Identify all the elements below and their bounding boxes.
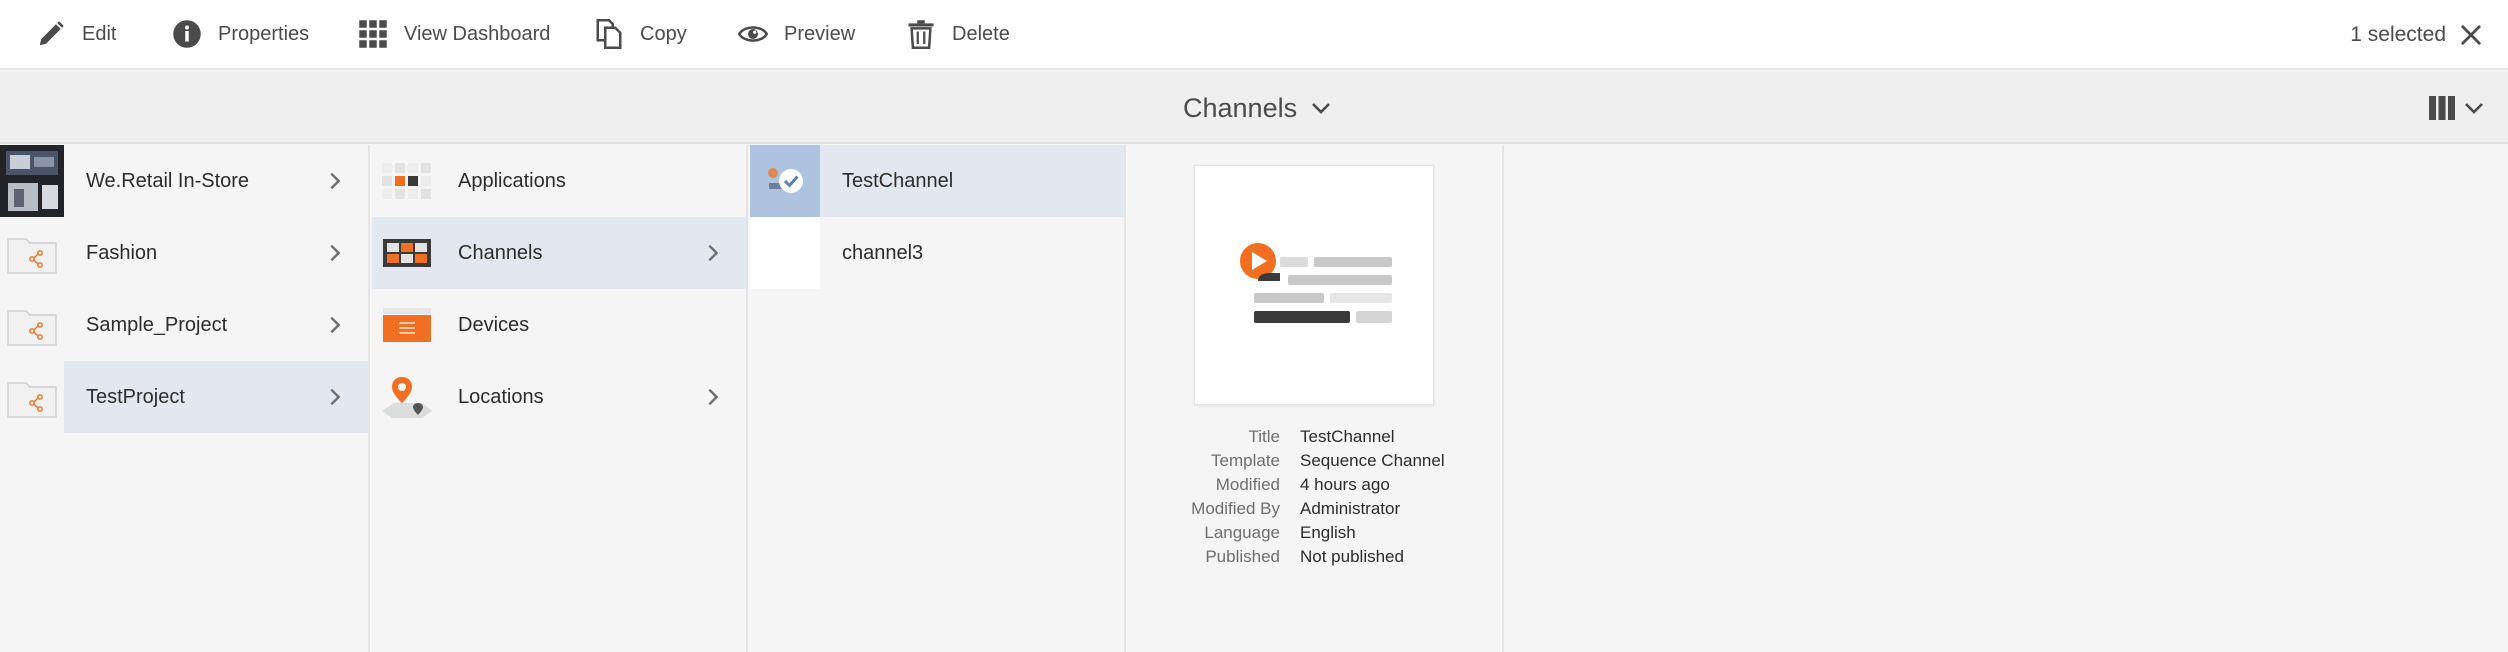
view-dashboard-label: View Dashboard [404,22,551,45]
meta-row-modified: Modified 4 hours ago [1126,473,1466,497]
meta-key: Published [1205,547,1280,566]
meta-row-language: Language English [1126,521,1466,545]
meta-value: Administrator [1300,499,1401,518]
edit-button[interactable]: Edit [36,0,116,69]
copy-icon [596,19,622,49]
channel-preview-thumbnail [1194,165,1434,405]
chevron-right-icon [708,388,719,406]
dashboard-grid-icon [359,20,387,48]
list-item-channel3[interactable]: channel3 [750,217,1124,289]
applications-icon [372,145,442,217]
list-item-applications[interactable]: Applications [372,145,746,217]
delete-button[interactable]: Delete [906,0,1010,69]
list-item-label: Fashion [86,241,158,264]
channels-title-dropdown[interactable]: Channels [1183,72,1333,144]
sequence-channel-icon [1240,243,1392,323]
page-title: Channels [1183,92,1298,123]
chevron-right-icon [708,244,719,262]
selected-check-icon [750,145,820,217]
list-item-we-retail[interactable]: We.Retail In-Store [0,145,368,217]
list-item-label: Applications [458,169,566,192]
meta-row-template: Template Sequence Channel [1126,449,1466,473]
meta-row-published: Published Not published [1126,545,1466,569]
meta-value: Sequence Channel [1300,451,1445,470]
column-view-icon [2429,96,2455,120]
blank-thumbnail [750,217,820,289]
photo-thumbnail-icon [0,145,64,217]
list-item-testproject[interactable]: TestProject [0,361,368,433]
list-item-testchannel[interactable]: TestChannel [750,145,1124,217]
meta-key: Modified [1215,475,1280,494]
eye-icon [738,26,768,42]
list-item-label: Locations [458,385,544,408]
chevron-right-icon [330,388,341,406]
list-item-channels[interactable]: Channels [372,217,746,289]
categories-column: Applications Channels Devices Locations [372,145,748,652]
meta-value: 4 hours ago [1300,475,1390,494]
channels-icon [372,217,442,289]
channels-column: TestChannel channel3 [750,145,1126,652]
meta-key: Language [1204,523,1280,542]
meta-key: Modified By [1191,499,1280,518]
preview-label: Preview [784,22,856,45]
meta-row-modified-by: Modified By Administrator [1126,497,1466,521]
properties-button[interactable]: Properties [172,0,309,69]
meta-key: Title [1248,427,1281,446]
meta-value: TestChannel [1300,427,1395,446]
chevron-right-icon [330,244,341,262]
edit-label: Edit [82,22,117,45]
meta-row-title: Title TestChannel [1126,425,1466,449]
list-item-label: channel3 [842,241,924,264]
list-item-devices[interactable]: Devices [372,289,746,361]
list-item-fashion[interactable]: Fashion [0,217,368,289]
info-icon [173,20,201,48]
location-pin-icon [372,361,442,433]
copy-button[interactable]: Copy [594,0,687,69]
preview-button[interactable]: Preview [738,0,855,69]
delete-label: Delete [952,22,1010,45]
list-item-label: Sample_Project [86,313,228,336]
selection-status: 1 selected [2350,0,2482,70]
copy-label: Copy [640,22,687,45]
meta-value: English [1300,523,1356,542]
meta-value: Not published [1300,547,1404,566]
list-item-locations[interactable]: Locations [372,361,746,433]
title-bar: Channels [0,72,2508,144]
projects-column: We.Retail In-Store Fashion Sample_Projec… [0,145,370,652]
properties-label: Properties [218,22,310,45]
pencil-icon [39,21,64,46]
meta-key: Template [1211,451,1280,470]
list-item-sample-project[interactable]: Sample_Project [0,289,368,361]
list-item-label: Devices [458,313,530,336]
list-item-label: Channels [458,241,543,264]
action-bar: Edit Properties View Dashboard Copy Prev… [0,0,2508,70]
shared-folder-icon [0,361,64,433]
shared-folder-icon [0,289,64,361]
shared-folder-icon [0,217,64,289]
close-icon[interactable] [2460,24,2482,46]
chevron-right-icon [330,172,341,190]
selection-count: 1 selected [2350,23,2446,46]
list-item-label: TestProject [86,385,185,408]
chevron-down-icon [1312,103,1330,114]
devices-icon [372,289,442,361]
list-item-label: TestChannel [842,169,954,192]
list-item-label: We.Retail In-Store [86,169,250,192]
view-switcher[interactable] [2422,72,2486,144]
view-dashboard-button[interactable]: View Dashboard [358,0,550,69]
chevron-right-icon [330,316,341,334]
trash-icon [908,20,934,49]
chevron-down-icon [2465,103,2483,114]
properties-metadata: Title TestChannel Template Sequence Chan… [1126,425,1466,569]
